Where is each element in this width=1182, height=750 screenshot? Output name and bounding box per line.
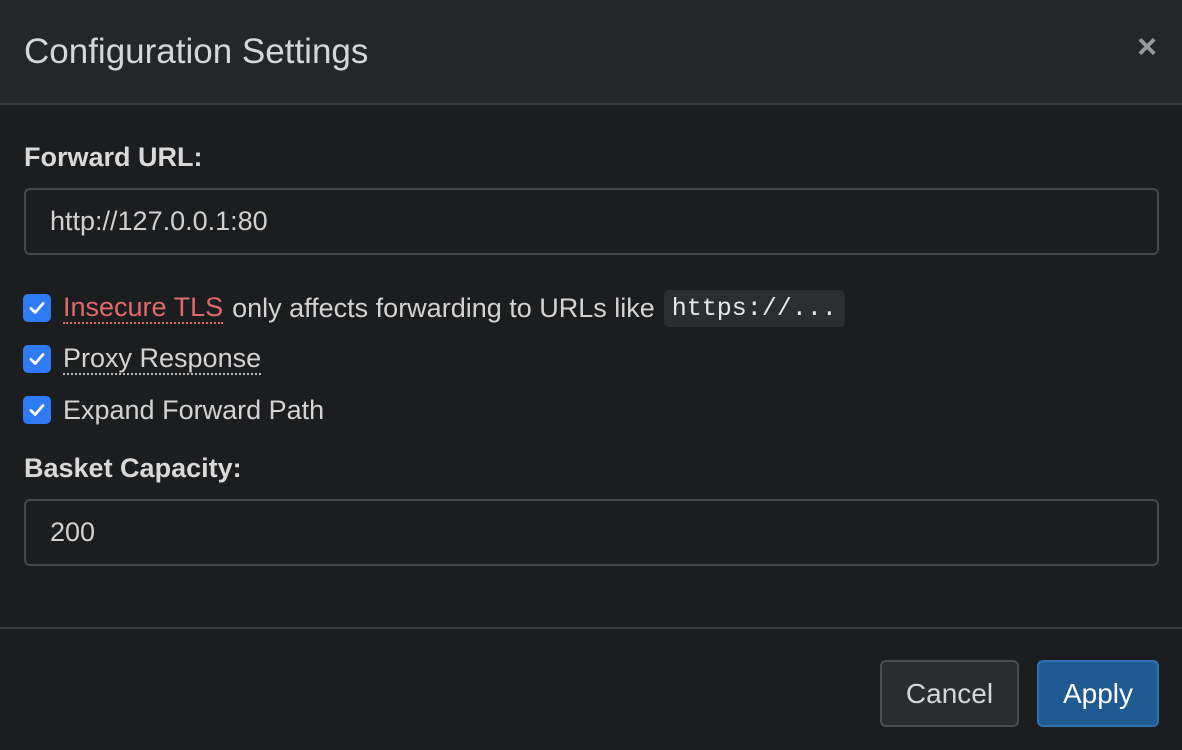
checkmark-icon	[29, 302, 45, 314]
expand-forward-path-option: Expand Forward Path	[23, 394, 324, 426]
insecure-tls-hint: only affects forwarding to URLs like	[232, 292, 655, 323]
dialog-title: Configuration Settings	[24, 32, 369, 71]
dialog-header: Configuration Settings ×	[0, 0, 1182, 105]
forward-url-label: Forward URL:	[24, 142, 203, 172]
insecure-tls-checkbox[interactable]	[23, 294, 51, 322]
proxy-response-checkbox[interactable]	[23, 345, 51, 373]
basket-capacity-input[interactable]	[24, 499, 1159, 566]
apply-button[interactable]: Apply	[1037, 660, 1159, 727]
basket-capacity-label: Basket Capacity:	[24, 453, 242, 483]
configuration-dialog: Configuration Settings × Forward URL: In…	[0, 0, 1182, 750]
checkmark-icon	[29, 404, 45, 416]
proxy-response-option: Proxy Response	[23, 343, 262, 375]
checkmark-icon	[29, 353, 45, 365]
close-button[interactable]: ×	[1132, 30, 1162, 64]
https-code-sample: https://...	[663, 289, 845, 327]
insecure-tls-label[interactable]: Insecure TLS	[63, 292, 224, 324]
footer-divider	[0, 627, 1182, 629]
forward-url-input[interactable]	[24, 188, 1159, 255]
expand-forward-path-checkbox[interactable]	[23, 396, 51, 424]
proxy-response-label[interactable]: Proxy Response	[63, 343, 262, 375]
cancel-button[interactable]: Cancel	[880, 660, 1019, 727]
insecure-tls-option: Insecure TLS only affects forwarding to …	[23, 289, 845, 327]
close-icon: ×	[1137, 28, 1157, 66]
expand-forward-path-label[interactable]: Expand Forward Path	[63, 395, 324, 426]
